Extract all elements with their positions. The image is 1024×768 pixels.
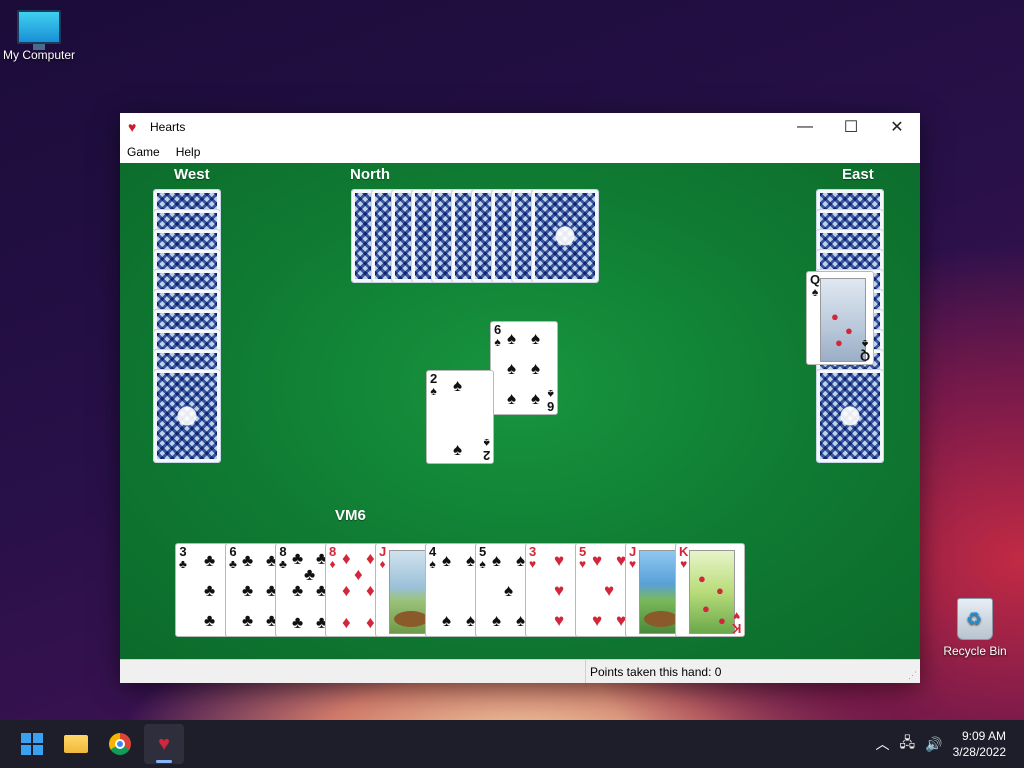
computer-icon — [17, 10, 61, 50]
windows-logo-icon — [21, 733, 43, 755]
title-bar[interactable]: ♥ Hearts — ☐ ✕ — [120, 113, 920, 141]
hand-card[interactable]: K ♥ ● ● ● ● K ♥ — [675, 543, 745, 637]
desktop-icon-label: Recycle Bin — [943, 644, 1007, 658]
card-back — [153, 369, 221, 463]
trick-card-east: Q ♠ ● ● ● Q ♠ — [806, 271, 874, 365]
trick-card-north: 6 ♠ ♠ ♠ ♠ ♠ ♠ ♠ 6 ♠ — [490, 321, 558, 415]
chrome-button[interactable] — [100, 724, 140, 764]
volume-icon[interactable]: 🔊 — [925, 736, 942, 753]
clock-time: 9:09 AM — [961, 729, 1006, 743]
folder-icon — [64, 735, 88, 753]
resize-grip-icon[interactable]: ⋰ — [908, 670, 917, 681]
desktop-icon-label: My Computer — [2, 48, 76, 62]
hearts-window: ♥ Hearts — ☐ ✕ Game Help West North East… — [120, 113, 920, 683]
player-name-north: North — [350, 166, 390, 183]
desktop-icon-recycle-bin[interactable]: ♻ Recycle Bin — [933, 598, 1017, 658]
desktop-icon-my-computer[interactable]: My Computer — [0, 10, 81, 62]
minimize-button[interactable]: — — [782, 113, 828, 141]
card-back — [816, 369, 884, 463]
hearts-app-icon: ♥ — [128, 119, 137, 135]
close-button[interactable]: ✕ — [874, 113, 920, 141]
menu-bar: Game Help — [120, 141, 920, 163]
game-table: West North East VM6 Q ♠ ● ● ● Q ♠ 6 ♠ ♠ … — [120, 163, 920, 659]
player-name-east: East — [842, 166, 874, 183]
taskbar: ♥ ︿ 🖧 🔊 9:09 AM 3/28/2022 — [0, 720, 1024, 768]
points-status: Points taken this hand: 0 — [590, 665, 722, 679]
window-title: Hearts — [150, 120, 186, 134]
chevron-up-icon[interactable]: ︿ — [876, 734, 890, 754]
clock-date: 3/28/2022 — [952, 745, 1006, 759]
network-icon[interactable]: 🖧 — [900, 732, 916, 756]
player-name-south: VM6 — [335, 507, 366, 524]
recycle-bin-icon: ♻ — [957, 598, 993, 640]
king-artwork: ● ● ● ● — [689, 550, 735, 634]
chrome-icon — [109, 733, 131, 755]
trick-card-south: 2 ♠ ♠ ♠ 2 ♠ — [426, 370, 494, 464]
hearts-icon: ♥ — [158, 732, 170, 755]
system-tray: ︿ 🖧 🔊 9:09 AM 3/28/2022 — [876, 720, 1024, 768]
hearts-taskbar-button[interactable]: ♥ — [144, 724, 184, 764]
status-bar: Points taken this hand: 0 ⋰ — [120, 659, 920, 683]
file-explorer-button[interactable] — [56, 724, 96, 764]
menu-help[interactable]: Help — [176, 145, 201, 159]
start-button[interactable] — [12, 724, 52, 764]
maximize-button[interactable]: ☐ — [828, 113, 874, 141]
card-back — [531, 189, 599, 283]
player-name-west: West — [174, 166, 210, 183]
clock[interactable]: 9:09 AM 3/28/2022 — [953, 728, 1006, 760]
menu-game[interactable]: Game — [127, 145, 160, 159]
